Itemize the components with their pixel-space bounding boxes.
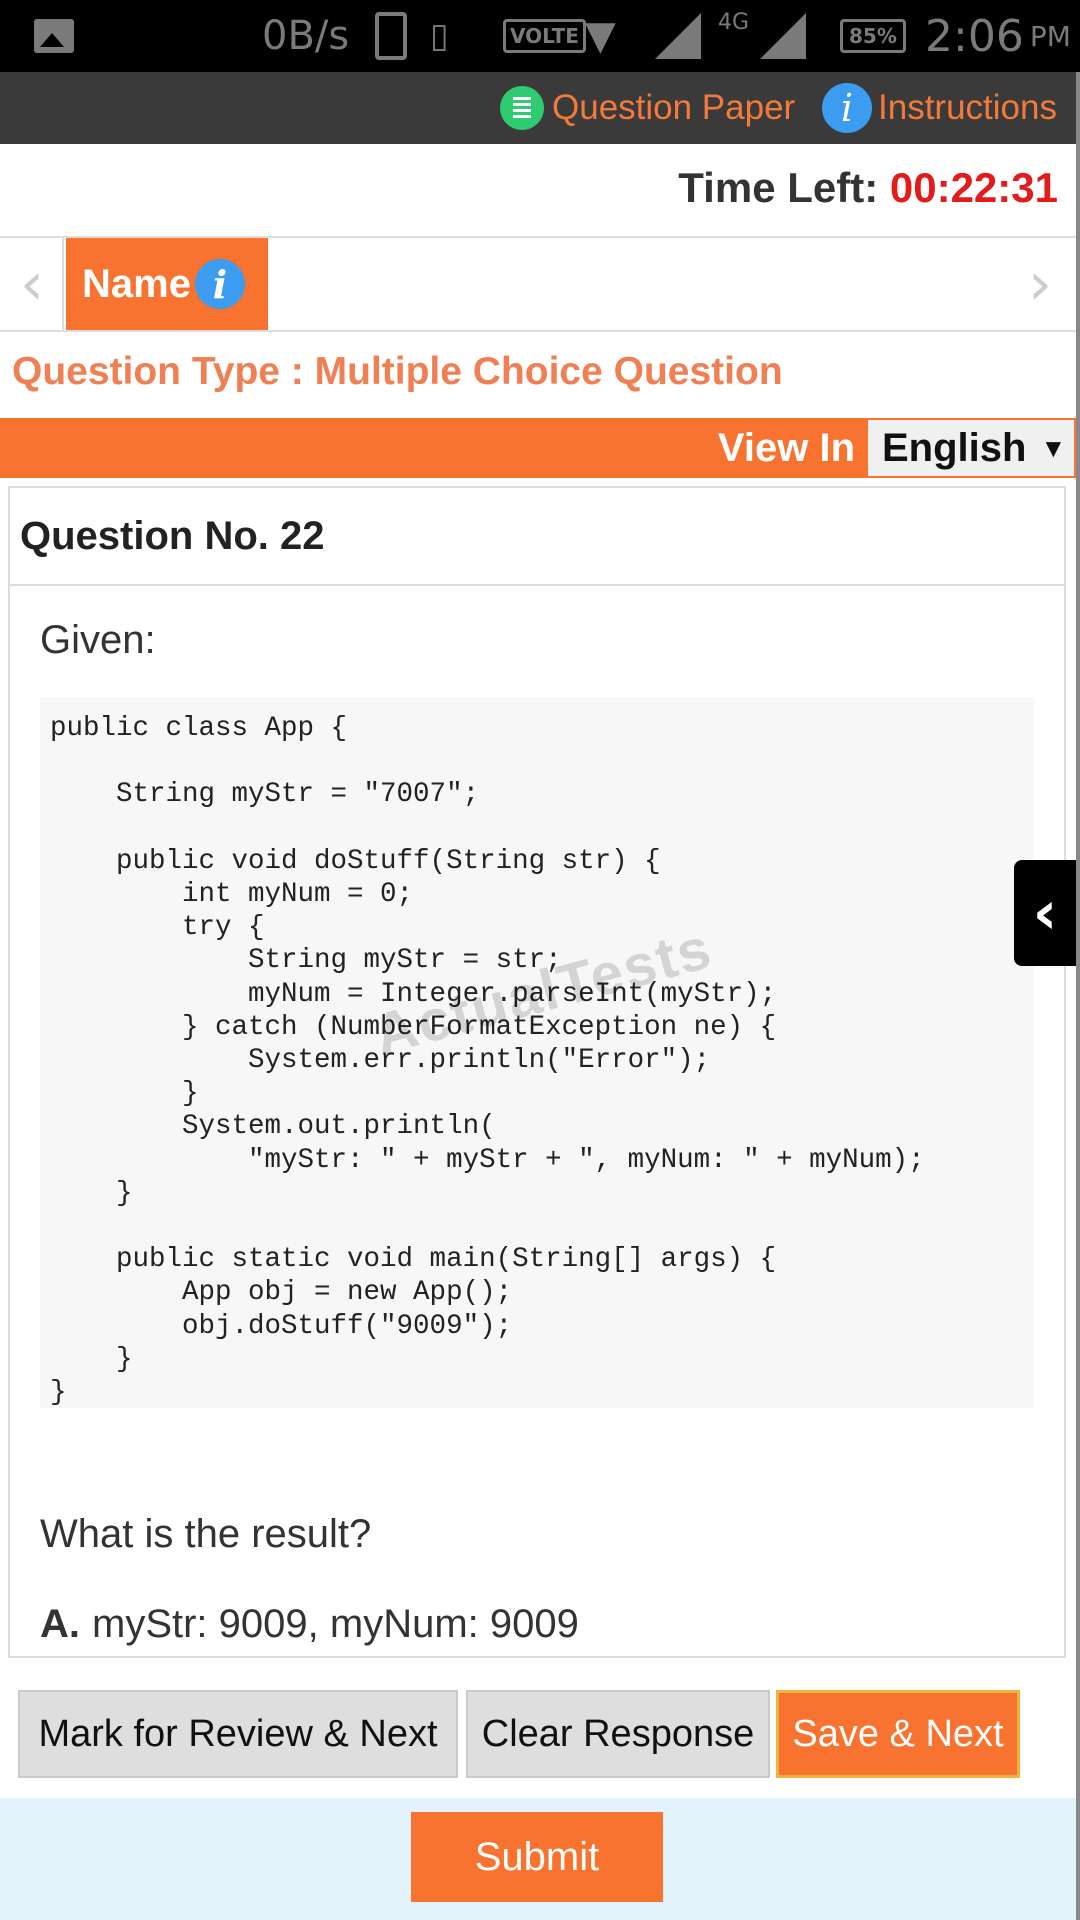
question-number: Question No. 22 (10, 488, 1064, 586)
vibrate-icon: ▯ (430, 16, 449, 56)
signal-icon (655, 0, 701, 72)
view-in-label: View In (717, 425, 855, 470)
time-left-label: Time Left: (678, 164, 879, 211)
option-a[interactable]: A. myStr: 9009, myNum: 9009 (40, 1602, 579, 1647)
section-tabs: ‹ Name i › (0, 238, 1080, 332)
chevron-left-icon[interactable]: ‹ (1014, 860, 1076, 966)
battery-icon: 85% (840, 0, 906, 72)
info-icon: i (822, 83, 872, 133)
code-image: public class App { String myStr = "7007"… (40, 698, 1034, 1408)
question-intro: Given: (40, 618, 156, 662)
caret-down-icon: ▼ (1040, 432, 1067, 463)
language-select[interactable]: English ▼ (868, 420, 1074, 476)
scrollbar[interactable] (1076, 72, 1080, 1920)
mark-for-review-button[interactable]: Mark for Review & Next (18, 1690, 458, 1778)
status-bar: 0B/s ▯ VOLTE ▼ 4G 85% 2:06 PM (0, 0, 1080, 72)
question-paper-button[interactable]: Question Paper (500, 72, 795, 144)
signal-icon-2 (760, 0, 806, 72)
wifi-icon: ▼ (585, 13, 616, 59)
phone-icon (375, 0, 407, 72)
chevron-right-icon[interactable]: › (1010, 238, 1070, 330)
question-type: Question Type : Multiple Choice Question (12, 350, 783, 393)
instructions-label: Instructions (878, 88, 1057, 127)
time-left: Time Left: 00:22:31 (678, 164, 1058, 212)
clear-response-button[interactable]: Clear Response (466, 1690, 770, 1778)
question-paper-label: Question Paper (552, 88, 796, 127)
option-letter: A. (40, 1602, 80, 1646)
option-text: myStr: 9009, myNum: 9009 (92, 1602, 579, 1646)
question-panel[interactable]: Question No. 22 Given: public class App … (8, 486, 1066, 1658)
volte-badge: VOLTE (503, 0, 586, 72)
clock: 2:06 PM (925, 10, 1071, 62)
time-left-value: 00:22:31 (889, 164, 1058, 211)
gallery-icon (34, 0, 74, 72)
network-speed: 0B/s (262, 13, 350, 59)
instructions-button[interactable]: i Instructions (822, 72, 1057, 144)
code-snippet: public class App { String myStr = "7007"… (50, 713, 925, 1408)
document-list-icon (500, 86, 544, 130)
save-next-button[interactable]: Save & Next (776, 1690, 1020, 1778)
footer: Submit (0, 1798, 1080, 1920)
timer-row: Time Left: 00:22:31 (0, 144, 1080, 238)
info-icon[interactable]: i (194, 259, 245, 309)
top-bar: Question Paper i Instructions (0, 72, 1080, 144)
network-type: 4G (718, 9, 750, 35)
section-tab-label: Name (82, 261, 191, 306)
language-selected: English (882, 425, 1027, 470)
chevron-left-icon[interactable]: ‹ (2, 238, 64, 330)
submit-button[interactable]: Submit (411, 1812, 663, 1902)
action-bar: Mark for Review & Next Clear Response Sa… (0, 1664, 1080, 1796)
language-bar: View In English ▼ (0, 418, 1080, 478)
section-tab-name[interactable]: Name i (66, 238, 268, 330)
question-prompt: What is the result? (40, 1512, 372, 1556)
